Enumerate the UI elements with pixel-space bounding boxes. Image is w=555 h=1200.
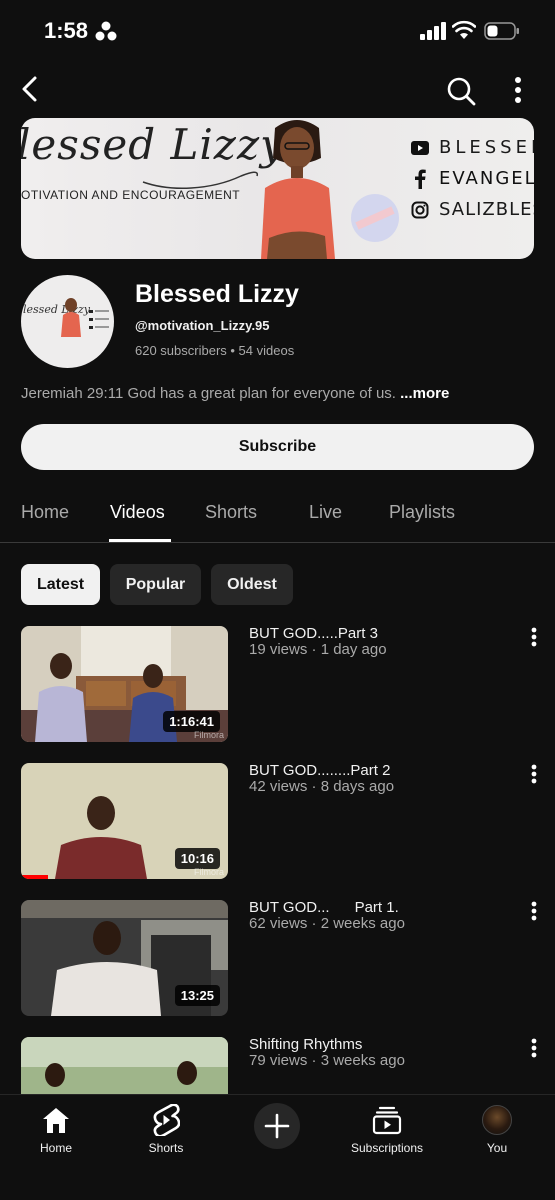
- channel-avatar[interactable]: lessed Lizzy: [21, 275, 114, 368]
- wifi-icon: [452, 20, 476, 39]
- nav-you[interactable]: You: [442, 1103, 552, 1155]
- tab-shorts[interactable]: Shorts: [205, 502, 257, 523]
- facebook-icon: [411, 169, 429, 189]
- tabs-divider: [0, 542, 555, 543]
- youtube-icon: [411, 139, 429, 157]
- bottom-navigation: Home Shorts Subscriptions You: [0, 1094, 555, 1200]
- description-text: Jeremiah 29:11 God has a great plan for …: [21, 385, 401, 402]
- video-more-icon[interactable]: [524, 762, 544, 788]
- video-meta: 19 views · 1 day ago: [249, 641, 387, 658]
- nav-label: Subscriptions: [350, 1141, 424, 1155]
- avatar: [482, 1105, 512, 1135]
- tab-home[interactable]: Home: [21, 502, 69, 523]
- channel-description[interactable]: Jeremiah 29:11 God has a great plan for …: [21, 385, 449, 402]
- avatar-portrait: [61, 298, 81, 337]
- video-meta: 79 views · 3 weeks ago: [249, 1052, 405, 1069]
- focus-mode-icon: [95, 21, 117, 41]
- more-options-icon[interactable]: [508, 74, 528, 106]
- banner-subtitle: OTIVATION AND ENCOURAGEMENT: [21, 188, 241, 202]
- banner-link-instagram: SALIZBLES: [411, 194, 534, 225]
- video-thumbnail[interactable]: 10:16 Filmora: [21, 763, 228, 879]
- avatar-links-art: [89, 310, 109, 329]
- video-meta: 42 views · 8 days ago: [249, 778, 395, 795]
- video-title[interactable]: Shifting Rhythms: [249, 1036, 362, 1053]
- video-more-icon[interactable]: [524, 625, 544, 651]
- back-arrow-icon[interactable]: [16, 74, 46, 104]
- chip-oldest[interactable]: Oldest: [211, 564, 293, 605]
- banner-link-text: BLESSED: [439, 137, 534, 158]
- chip-popular[interactable]: Popular: [110, 564, 201, 605]
- video-thumbnail[interactable]: 13:25: [21, 900, 228, 1016]
- watermark-text: Filmora: [193, 867, 224, 877]
- video-thumbnail[interactable]: 1:16:41 Filmora: [21, 626, 228, 742]
- video-title[interactable]: BUT GOD... Part 1.: [249, 899, 399, 916]
- create-button[interactable]: [254, 1103, 300, 1149]
- channel-banner: lessed Lizzy OTIVATION AND ENCOURAGEMENT…: [21, 118, 534, 259]
- watermark-text: Filmora: [193, 730, 224, 740]
- tab-playlists[interactable]: Playlists: [389, 502, 455, 523]
- nav-label: Home: [39, 1141, 72, 1155]
- shorts-icon: [149, 1103, 183, 1137]
- channel-handle: @motivation_Lizzy.95: [135, 318, 270, 333]
- cellular-signal-icon: [420, 22, 446, 40]
- channel-name: Blessed Lizzy: [135, 280, 299, 308]
- tab-videos[interactable]: Videos: [110, 502, 165, 523]
- subscribe-button[interactable]: Subscribe: [21, 424, 534, 470]
- tab-live[interactable]: Live: [309, 502, 342, 523]
- search-icon[interactable]: [444, 74, 478, 108]
- chip-latest[interactable]: Latest: [21, 564, 100, 605]
- nav-label: You: [486, 1141, 508, 1155]
- nav-shorts[interactable]: Shorts: [111, 1103, 221, 1155]
- nav-subscriptions[interactable]: Subscriptions: [332, 1103, 442, 1155]
- watch-progress-bar: [21, 875, 48, 879]
- you-avatar-icon: [480, 1103, 514, 1137]
- banner-link-facebook: EVANGELIS: [411, 163, 534, 194]
- more-link[interactable]: ...more: [400, 385, 449, 402]
- home-icon: [39, 1103, 73, 1137]
- video-meta: 62 views · 2 weeks ago: [249, 915, 405, 932]
- banner-social-links: BLESSED EVANGELIS SALIZBLES: [411, 132, 534, 225]
- battery-icon: [484, 22, 519, 40]
- banner-link-text: EVANGELIS: [439, 168, 534, 189]
- instagram-icon: [411, 201, 429, 219]
- video-duration: 10:16: [174, 848, 220, 869]
- create-icon: [264, 1113, 290, 1139]
- channel-stats: 620 subscribers • 54 videos: [135, 343, 295, 358]
- subscriptions-icon: [370, 1103, 404, 1137]
- banner-link-youtube: BLESSED: [411, 132, 534, 163]
- banner-link-text: SALIZBLES: [439, 199, 534, 220]
- video-title[interactable]: BUT GOD.....Part 3: [249, 625, 378, 642]
- banner-portrait: [261, 120, 335, 259]
- status-time: 1:58: [44, 18, 89, 43]
- video-more-icon[interactable]: [524, 899, 544, 925]
- nav-label: Shorts: [148, 1141, 184, 1155]
- nav-home[interactable]: Home: [1, 1103, 111, 1155]
- banner-decoration: [351, 194, 399, 242]
- video-duration: 1:16:41: [163, 711, 220, 732]
- video-title[interactable]: BUT GOD........Part 2: [249, 762, 390, 779]
- video-more-icon[interactable]: [524, 1036, 544, 1062]
- video-duration: 13:25: [174, 985, 220, 1006]
